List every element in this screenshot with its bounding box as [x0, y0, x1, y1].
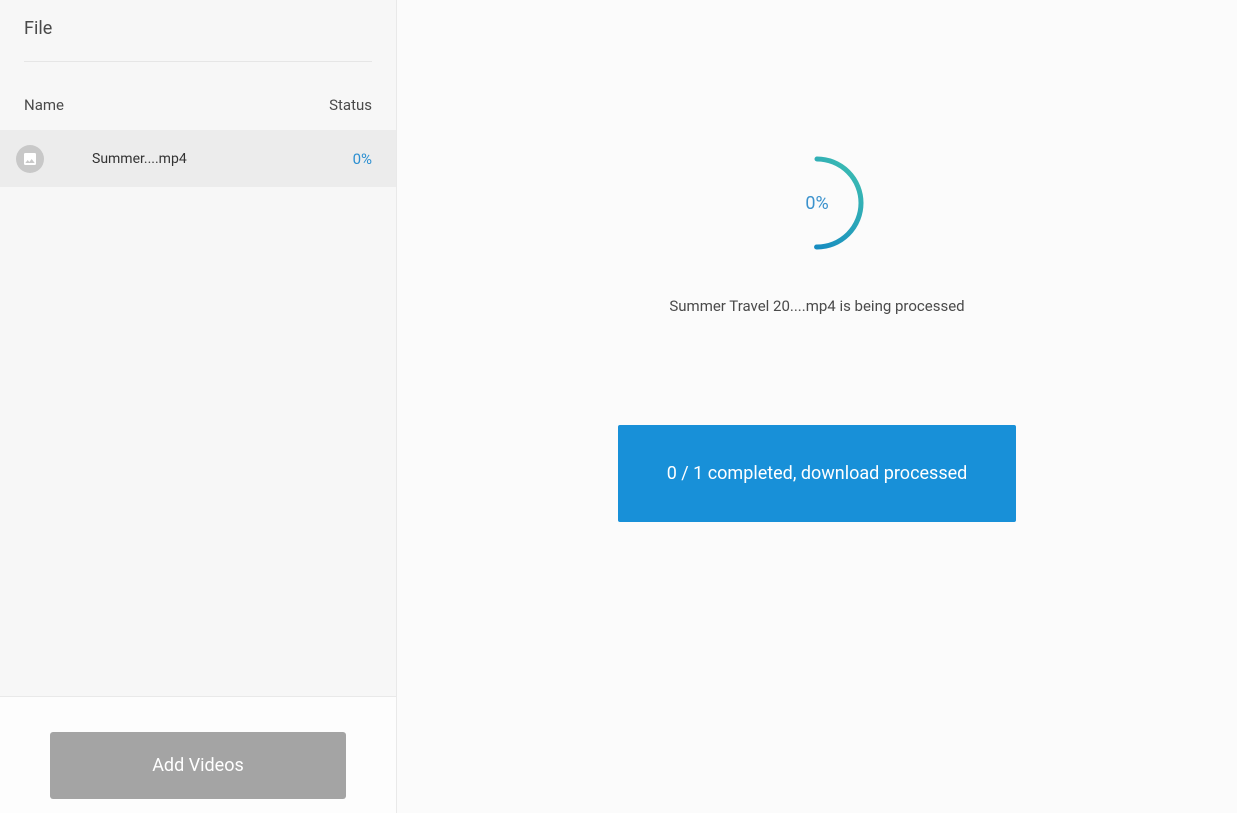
file-list-header: Name Status — [0, 62, 396, 130]
processing-message: Summer Travel 20....mp4 is being process… — [669, 297, 964, 315]
file-name: Summer....mp4 — [44, 151, 353, 167]
sidebar-footer: Add Videos — [0, 696, 396, 813]
file-status: 0% — [353, 150, 372, 168]
progress-circle: 0% — [769, 155, 865, 251]
column-status-label: Status — [329, 96, 372, 114]
column-name-label: Name — [24, 96, 64, 114]
sidebar: File Name Status Summer....mp4 0% Add Vi… — [0, 0, 397, 813]
file-row[interactable]: Summer....mp4 0% — [0, 130, 396, 187]
spacer — [0, 187, 396, 696]
download-processed-button[interactable]: 0 / 1 completed, download processed — [618, 425, 1016, 522]
image-icon — [16, 145, 44, 173]
progress-percent-label: 0% — [769, 155, 865, 251]
sidebar-title: File — [24, 18, 372, 39]
add-videos-button[interactable]: Add Videos — [50, 732, 346, 799]
sidebar-header: File — [0, 0, 396, 61]
main-area: 0% Summer Travel 20....mp4 is being proc… — [397, 0, 1237, 813]
